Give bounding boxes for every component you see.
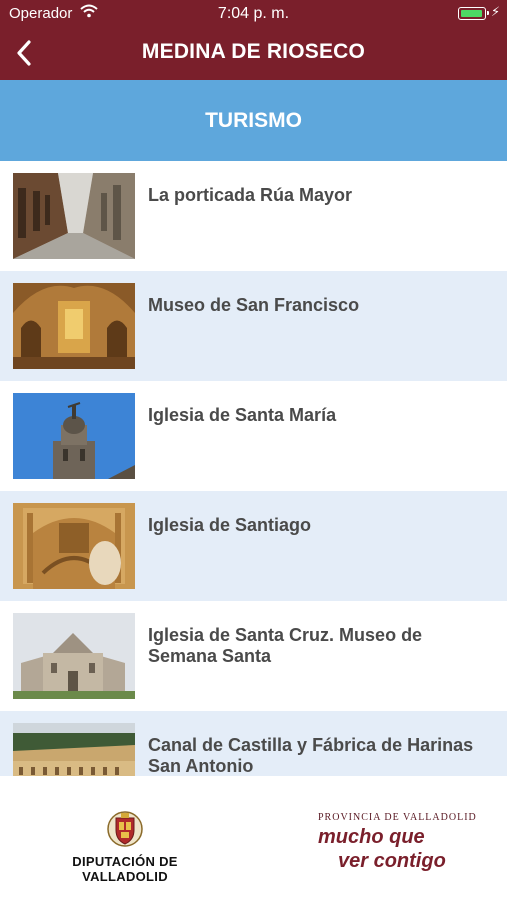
list-item[interactable]: La porticada Rúa Mayor <box>0 161 507 271</box>
list-item-label: Iglesia de Santa María <box>148 405 337 425</box>
church-tower-thumbnail <box>13 393 135 479</box>
places-list: La porticada Rúa Mayor Museo de San Fran… <box>0 161 507 776</box>
footer: DIPUTACIÓN DE VALLADOLID PROVINCIA DE VA… <box>0 776 507 900</box>
provincia-line: PROVINCIA DE VALLADOLID <box>318 812 477 823</box>
list-item-label: Canal de Castilla y Fábrica de Harinas S… <box>148 735 474 776</box>
navigation-bar: MEDINA DE RIOSECO <box>0 28 507 80</box>
provincia-logo: PROVINCIA DE VALLADOLID mucho que ver co… <box>318 812 478 872</box>
status-bar: Operador 7:04 p. m. ⚡ <box>0 0 507 28</box>
page-title: MEDINA DE RIOSECO <box>141 40 366 63</box>
charging-icon: ⚡ <box>491 4 501 19</box>
list-item-label: La porticada Rúa Mayor <box>148 185 353 205</box>
slogan-line-1: mucho que <box>318 826 425 848</box>
slogan-line-2: ver contigo <box>338 850 446 872</box>
church-facade-thumbnail <box>13 503 135 589</box>
list-item[interactable]: Museo de San Francisco <box>0 271 507 381</box>
canal-factory-thumbnail <box>13 723 135 776</box>
list-item-label: Museo de San Francisco <box>148 295 360 315</box>
top-bar: Operador 7:04 p. m. ⚡ MEDINA DE RIOSECO <box>0 0 507 80</box>
battery-icon <box>458 7 489 20</box>
list-item-label: Iglesia de Santiago <box>148 515 312 535</box>
church-building-thumbnail <box>13 613 135 699</box>
list-item-label: Iglesia de Santa Cruz. Museo de Semana S… <box>148 625 423 666</box>
street-thumbnail <box>13 173 135 259</box>
diputacion-logo: DIPUTACIÓN DE VALLADOLID <box>40 810 210 884</box>
list-item[interactable]: Iglesia de Santiago <box>0 491 507 601</box>
list-item[interactable]: Iglesia de Santa María <box>0 381 507 491</box>
status-time: 7:04 p. m. <box>217 5 290 22</box>
list-item[interactable]: Iglesia de Santa Cruz. Museo de Semana S… <box>0 601 507 711</box>
diputacion-logo-text: DIPUTACIÓN DE VALLADOLID <box>72 854 178 884</box>
section-header: TURISMO <box>0 80 507 161</box>
list-item[interactable]: Canal de Castilla y Fábrica de Harinas S… <box>0 711 507 776</box>
church-interior-thumbnail <box>13 283 135 369</box>
coat-of-arms-icon <box>107 811 143 847</box>
